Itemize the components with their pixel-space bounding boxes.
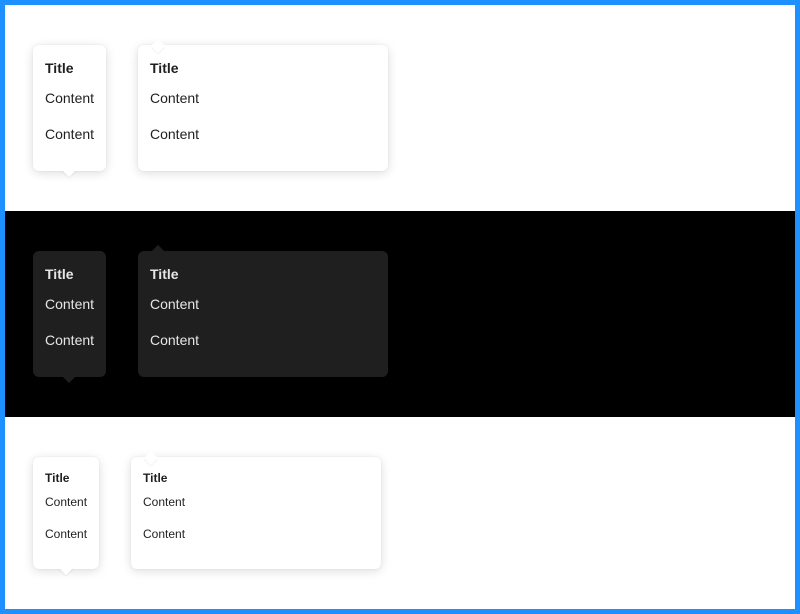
light-section: Title Content Content Title Content Cont… — [5, 5, 795, 211]
dark-section: Title Content Content Title Content Cont… — [5, 211, 795, 417]
popover-title: Title — [45, 266, 74, 282]
popover-title: Title — [45, 471, 70, 485]
popover-content: Content — [45, 527, 88, 541]
popover-content: Content — [150, 296, 200, 312]
popover-arrow-bottom — [61, 368, 77, 384]
popover-arrow-top — [143, 450, 159, 466]
popover-light-wide: Title Content Content — [138, 38, 388, 171]
popover-title: Title — [150, 266, 179, 282]
popover-content: Content — [150, 90, 200, 106]
popover-content: Content — [150, 332, 200, 348]
popover-content: Content — [150, 126, 200, 142]
popover-content: Content — [45, 296, 95, 312]
popover-content: Content — [45, 126, 95, 142]
popover-arrow-top — [150, 38, 166, 54]
popover-dark-narrow: Title Content Content — [33, 251, 106, 384]
popover-content: Content — [45, 90, 95, 106]
popover-content: Content — [45, 332, 95, 348]
popover-small-wide: Title Content Content — [131, 450, 381, 569]
popover-dark-wide: Title Content Content — [138, 244, 388, 377]
popover-content: Content — [143, 527, 186, 541]
popover-title: Title — [143, 471, 168, 485]
popover-arrow-bottom — [58, 560, 74, 576]
popover-light-narrow: Title Content Content — [33, 45, 106, 178]
popover-small-narrow: Title Content Content — [33, 457, 99, 576]
preview-frame: Title Content Content Title Content Cont… — [5, 5, 795, 609]
popover-arrow-top — [150, 244, 166, 260]
popover-title: Title — [150, 60, 179, 76]
popover-content: Content — [143, 495, 186, 509]
small-section: Title Content Content Title Content Cont… — [5, 417, 795, 609]
popover-content: Content — [45, 495, 88, 509]
popover-title: Title — [45, 60, 74, 76]
popover-arrow-bottom — [61, 162, 77, 178]
